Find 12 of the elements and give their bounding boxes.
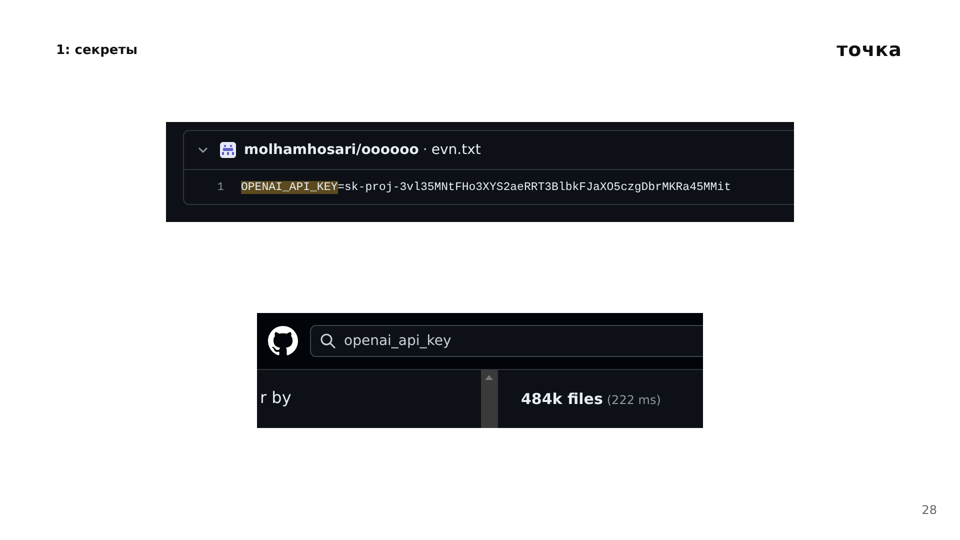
filter-label: r by [260,388,292,407]
line-number: 1 [216,180,225,194]
brand-logo: точка [836,39,902,61]
repository-link[interactable]: molhamhosari/oooooo [244,142,419,158]
code-line: OPENAI_API_KEY=sk-proj-3vl35MNtFHo3XYS2aeRRT3BlbkFJaXO5czgDbrMKRa45MMit [241,180,731,194]
page-number: 28 [922,503,937,517]
file-link[interactable]: evn.txt [431,142,481,158]
result-count: 484k files [521,390,603,408]
slide-title: 1: секреты [56,42,138,58]
separator-text: · [422,142,428,158]
timing-text: (222 ms) [606,393,661,407]
search-field[interactable]: openai_api_key [310,325,703,357]
